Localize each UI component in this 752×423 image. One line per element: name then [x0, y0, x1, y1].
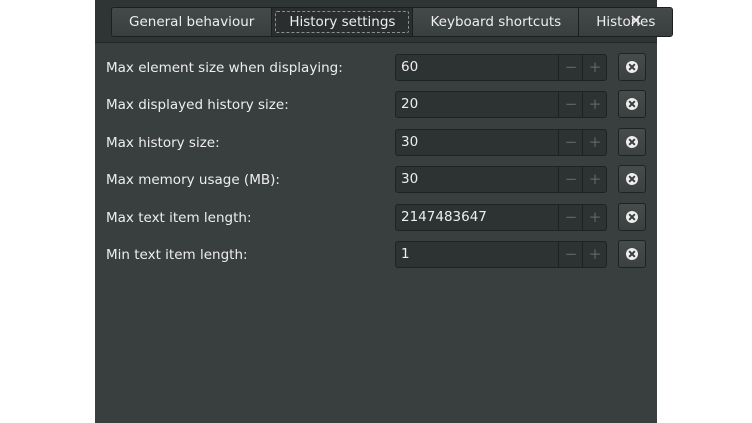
setting-row-max-memory-usage: Max memory usage (MB): 30 − +	[95, 165, 657, 195]
increment-button[interactable]: +	[582, 242, 607, 267]
increment-button[interactable]: +	[582, 167, 607, 192]
reset-button[interactable]	[618, 128, 646, 156]
header-bar: General behaviour History settings Keybo…	[95, 0, 674, 43]
decrement-button[interactable]: −	[558, 167, 583, 192]
reset-button[interactable]	[618, 165, 646, 193]
clear-icon	[626, 136, 638, 148]
clear-icon	[626, 248, 638, 260]
setting-label: Min text item length:	[106, 247, 248, 263]
spin-value[interactable]: 2147483647	[401, 205, 487, 230]
setting-label: Max element size when displaying:	[106, 60, 343, 76]
setting-label: Max memory usage (MB):	[106, 172, 280, 188]
close-button[interactable]: ✕	[623, 9, 649, 33]
spin-value[interactable]: 60	[401, 55, 418, 80]
increment-button[interactable]: +	[582, 55, 607, 80]
reset-button[interactable]	[618, 203, 646, 231]
setting-row-min-text-item-length: Min text item length: 1 − +	[95, 240, 657, 270]
max-history-size-spinbutton[interactable]: 30 − +	[395, 129, 607, 156]
clear-icon	[626, 61, 638, 73]
decrement-button[interactable]: −	[558, 205, 583, 230]
setting-label: Max text item length:	[106, 210, 252, 226]
max-memory-usage-spinbutton[interactable]: 30 − +	[395, 166, 607, 193]
min-text-item-length-spinbutton[interactable]: 1 − +	[395, 241, 607, 268]
clear-icon	[626, 211, 638, 223]
decrement-button[interactable]: −	[558, 130, 583, 155]
decrement-button[interactable]: −	[558, 92, 583, 117]
tab-general-behaviour[interactable]: General behaviour	[112, 8, 273, 36]
setting-label: Max displayed history size:	[106, 97, 289, 113]
setting-row-max-history-size: Max history size: 30 − +	[95, 128, 657, 158]
max-text-item-length-spinbutton[interactable]: 2147483647 − +	[395, 204, 607, 231]
reset-button[interactable]	[618, 53, 646, 81]
decrement-button[interactable]: −	[558, 55, 583, 80]
setting-row-max-element-size: Max element size when displaying: 60 − +	[95, 53, 657, 83]
max-displayed-history-size-spinbutton[interactable]: 20 − +	[395, 91, 607, 118]
max-element-size-spinbutton[interactable]: 60 − +	[395, 54, 607, 81]
preferences-window: General behaviour History settings Keybo…	[95, 0, 674, 423]
setting-label: Max history size:	[106, 135, 220, 151]
reset-button[interactable]	[618, 240, 646, 268]
setting-row-max-text-item-length: Max text item length: 2147483647 − +	[95, 203, 657, 233]
tab-switcher: General behaviour History settings Keybo…	[111, 7, 674, 37]
clear-icon	[626, 98, 638, 110]
increment-button[interactable]: +	[582, 205, 607, 230]
setting-row-max-displayed-history-size: Max displayed history size: 20 − +	[95, 90, 657, 120]
increment-button[interactable]: +	[582, 130, 607, 155]
tab-history-settings[interactable]: History settings	[272, 8, 414, 36]
increment-button[interactable]: +	[582, 92, 607, 117]
spin-value[interactable]: 20	[401, 92, 418, 117]
spin-value[interactable]: 30	[401, 130, 418, 155]
spin-value[interactable]: 1	[401, 242, 410, 267]
spin-value[interactable]: 30	[401, 167, 418, 192]
clear-icon	[626, 173, 638, 185]
reset-button[interactable]	[618, 90, 646, 118]
tab-keyboard-shortcuts[interactable]: Keyboard shortcuts	[413, 8, 580, 36]
decrement-button[interactable]: −	[558, 242, 583, 267]
close-icon: ✕	[629, 11, 643, 30]
